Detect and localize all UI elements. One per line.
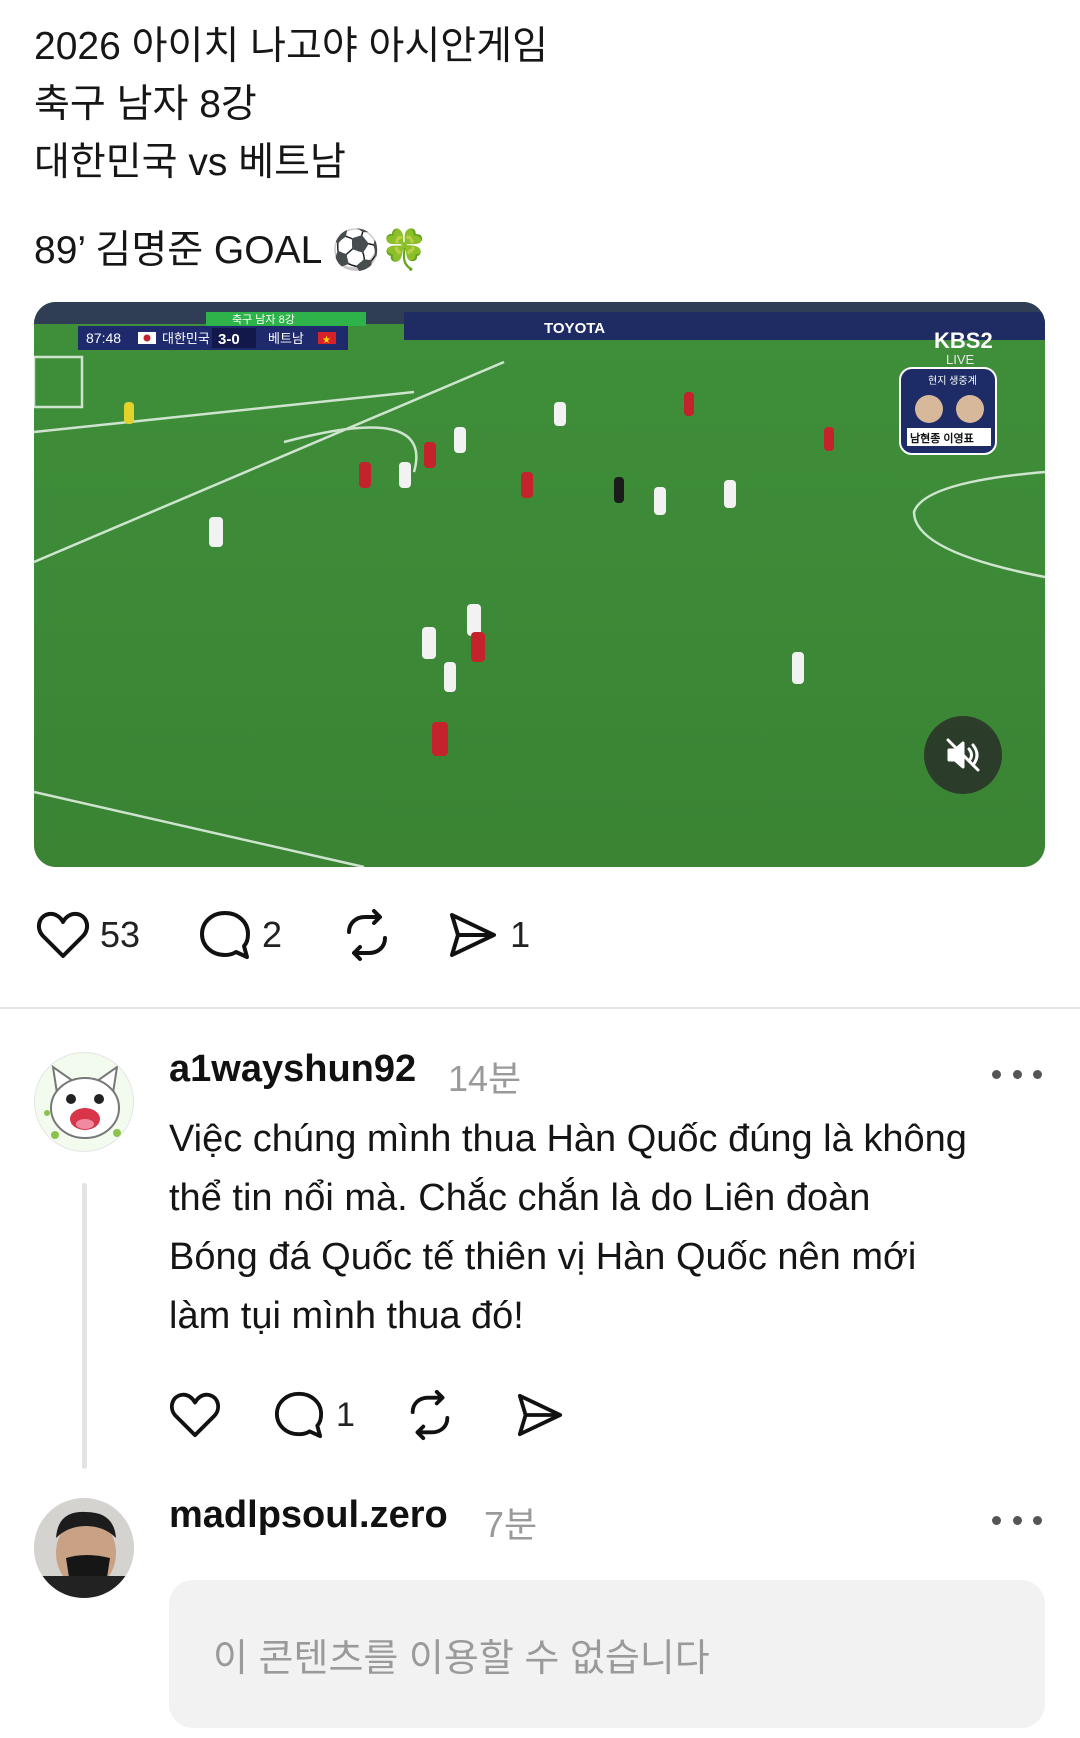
commentary-header: 현지 생중계 [928, 375, 977, 387]
like-button[interactable] [166, 1380, 224, 1450]
reply-count: 1 [336, 1395, 355, 1434]
comment-icon [200, 911, 251, 959]
comment-time: 14분 [448, 1058, 522, 1099]
comment-line: thể tin nổi mà. Chắc chắn là do Liên đoà… [169, 1177, 871, 1219]
away-team: 베트남 [268, 331, 304, 346]
scoreboard-title: 축구 남자 8강 [232, 313, 295, 326]
heart-icon [36, 911, 90, 958]
repost-button[interactable] [338, 900, 404, 970]
post-actions: 53 2 1 [34, 900, 530, 970]
content-unavailable-notice: 이 콘텐츠를 이용할 수 없습니다 [169, 1580, 1045, 1728]
comment-button[interactable]: 2 [196, 900, 282, 970]
comment-line: làm tụi mình thua đó! [169, 1295, 524, 1337]
comment-line: Việc chúng mình thua Hàn Quốc đúng là kh… [169, 1118, 967, 1160]
pitch [34, 302, 1045, 867]
repost-button[interactable] [401, 1380, 459, 1450]
post-line: 2026 아이치 나고야 아시안게임 [34, 25, 548, 68]
send-icon [450, 913, 497, 957]
comment-body: Việc chúng mình thua Hàn Quốc đúng là kh… [169, 1110, 1049, 1346]
comment-username[interactable]: madlpsoul.zero [169, 1494, 448, 1537]
reply-button[interactable]: 1 [270, 1380, 355, 1450]
comment-username[interactable]: a1wayshun92 [169, 1048, 416, 1091]
repost-icon [410, 1389, 450, 1441]
svg-text:★: ★ [322, 335, 331, 346]
broadcaster-live: LIVE [946, 352, 975, 367]
send-icon [517, 1393, 563, 1437]
mute-button[interactable] [924, 716, 1002, 794]
avatar[interactable] [34, 1498, 134, 1598]
avatar[interactable] [34, 1052, 134, 1152]
comment-line: Bóng đá Quốc tế thiên vị Hàn Quốc nên mớ… [169, 1236, 917, 1278]
post-goal-line: 89’ 김명준 GOAL ⚽🍀 [34, 229, 429, 272]
score: 3-0 [218, 331, 240, 348]
share-button[interactable]: 1 [444, 900, 530, 970]
board-ad: TOYOTA [544, 320, 605, 337]
commentator-names: 남현종 이영표 [910, 431, 974, 445]
video-player[interactable]: TOYOTA 축구 남자 8강 87:48 대한민국 3-0 베트남 ★ KBS… [34, 302, 1045, 867]
broadcaster-logo: KBS2 [934, 328, 993, 353]
divider [0, 1007, 1080, 1009]
comment-actions: 1 [166, 1380, 569, 1450]
scoreboard-clock: 87:48 [86, 330, 121, 346]
repost-icon [347, 909, 388, 961]
more-options-button[interactable] [992, 1510, 1042, 1530]
thread-line [82, 1183, 87, 1469]
more-options-button[interactable] [992, 1064, 1042, 1084]
comment-icon [274, 1391, 324, 1439]
home-team: 대한민국 [162, 331, 210, 346]
post-text: 2026 아이치 나고야 아시안게임 축구 남자 8강 대한민국 vs 베트남 … [34, 18, 1034, 280]
post-line: 축구 남자 8강 [34, 83, 257, 126]
like-button[interactable]: 53 [34, 900, 140, 970]
like-count: 53 [100, 914, 141, 955]
speaker-muted-icon [946, 738, 980, 772]
comment-count: 2 [262, 914, 283, 955]
heart-icon [169, 1392, 221, 1438]
comment-time: 7분 [484, 1504, 538, 1545]
post-line: 대한민국 vs 베트남 [34, 141, 346, 184]
share-button[interactable] [511, 1380, 569, 1450]
share-count: 1 [510, 914, 531, 955]
